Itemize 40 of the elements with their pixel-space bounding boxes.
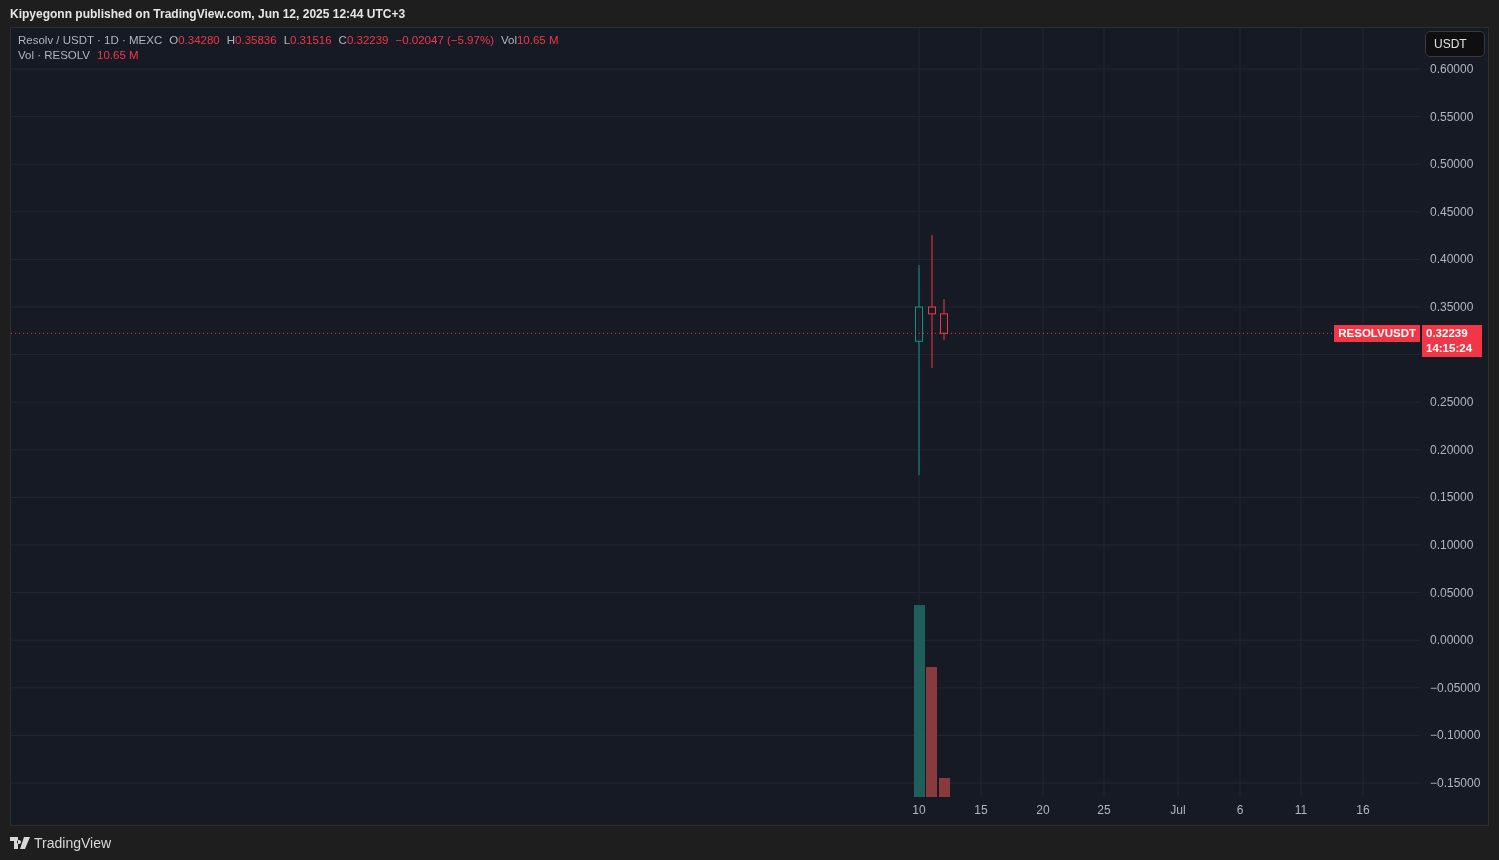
price-axis-label: 0.05000 [1430, 585, 1474, 600]
price-axis-label: −0.10000 [1430, 728, 1481, 743]
candlestick [940, 298, 948, 341]
ohlc-value: C0.32239 [338, 34, 389, 46]
price-axis-label: 0.55000 [1430, 109, 1474, 124]
time-axis-label: 6 [1236, 803, 1244, 817]
time-axis-label: Jul [1170, 803, 1186, 817]
volume-bar [939, 778, 950, 797]
logo-icon [10, 837, 30, 849]
ohlc-value: L0.31516 [283, 34, 332, 46]
currency-button[interactable]: USDT [1425, 31, 1485, 57]
publisher-caption: Kipyegonn published on TradingView.com, Jun 12, 2025 12:44 UTC+3 [9, 5, 407, 23]
price-axis-label: 0.60000 [1430, 62, 1474, 76]
volume-indicator-value: 10.65 M [97, 49, 139, 61]
volume-value: Vol10.65 M [500, 34, 559, 46]
price-axis-label: 0.00000 [1430, 633, 1474, 648]
price-axis-label: 0.40000 [1430, 252, 1474, 267]
time-axis-label: 16 [1356, 803, 1370, 817]
price-axis-label: 0.45000 [1430, 204, 1474, 219]
symbol-badge: RESOLVUSDT [1334, 325, 1420, 343]
price-axis-label: 0.20000 [1430, 442, 1474, 457]
last-price-badge: 0.32239 14:15:24 [1422, 325, 1482, 358]
price-axis-label: 0.10000 [1430, 538, 1474, 552]
price-axis-label: 0.25000 [1430, 395, 1474, 410]
price-axis-label: −0.15000 [1430, 776, 1481, 790]
time-axis-label: 25 [1097, 803, 1111, 817]
time-axis-label: 11 [1294, 803, 1308, 817]
time-axis-label: 15 [974, 803, 988, 817]
ohlc-value: O0.34280 [169, 34, 220, 46]
price-change: −0.02047 (−5.97%) [395, 34, 494, 46]
time-axis-label: 10 [912, 803, 926, 817]
symbol-title: Resolv / USDT · 1D · MEXC [18, 34, 163, 46]
price-axis-label: 0.35000 [1430, 300, 1474, 314]
brand-name: TradingView [34, 835, 112, 851]
price-axis-label: −0.05000 [1430, 680, 1481, 695]
price-axis-label: 0.50000 [1430, 157, 1474, 172]
ohlc-value: H0.35836 [226, 34, 277, 46]
price-axis-label: 0.15000 [1430, 490, 1474, 505]
volume-indicator-title: Vol · RESOLV [18, 49, 90, 61]
time-axis-label: 20 [1036, 803, 1050, 817]
